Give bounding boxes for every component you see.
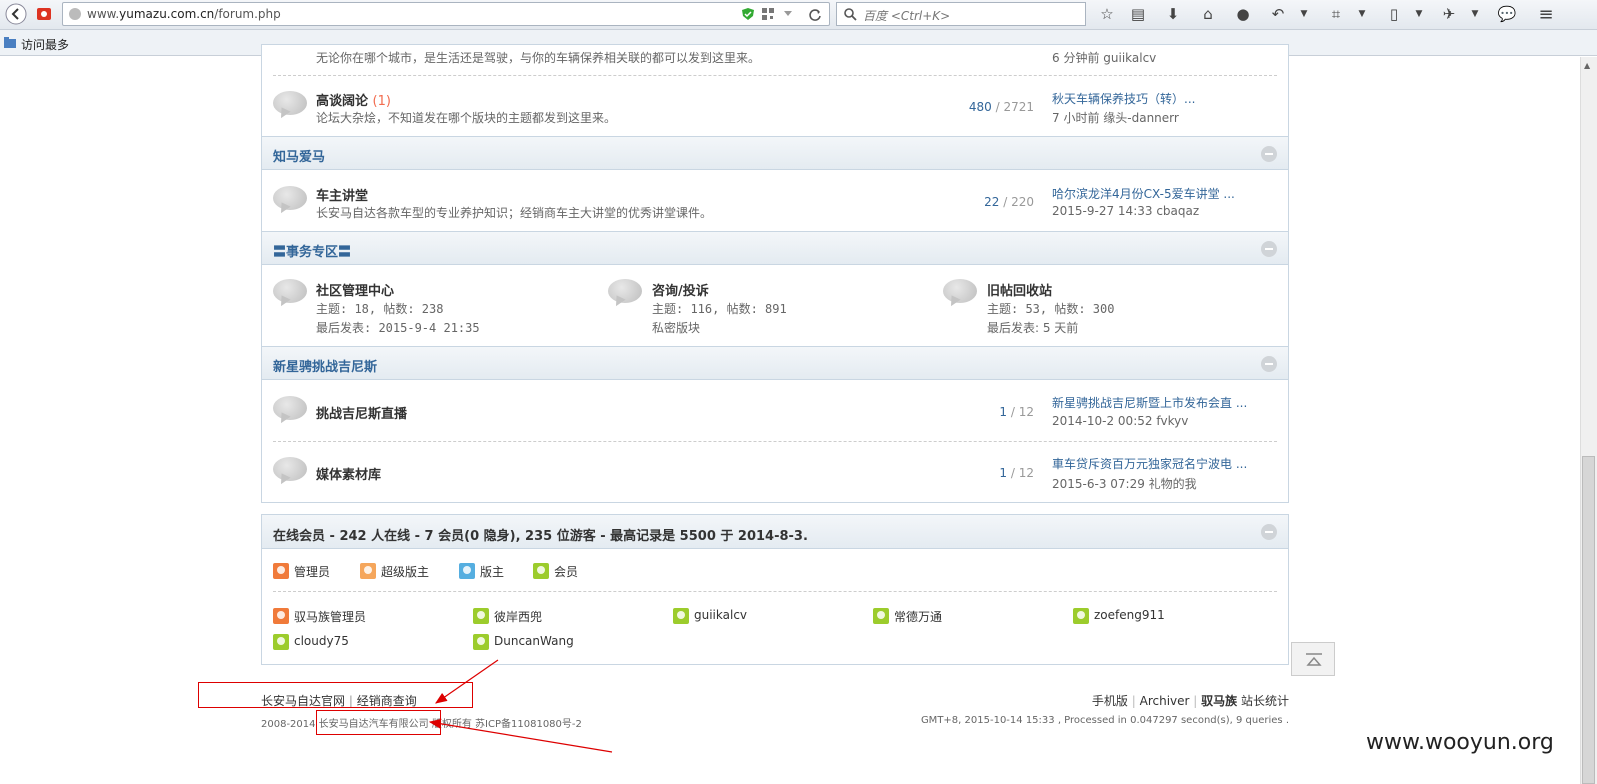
annotation-arrows	[428, 659, 613, 753]
watermark: www.wooyun.org	[1366, 730, 1554, 755]
